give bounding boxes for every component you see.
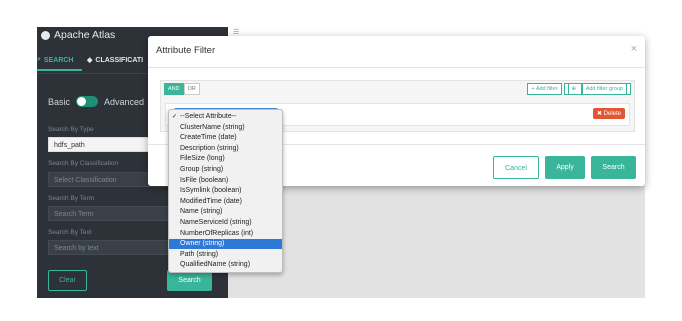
dropdown-option[interactable]: CreateTime (date) — [169, 133, 282, 143]
plus-circle-icon: ⊕ — [567, 83, 582, 95]
delete-rule-button[interactable]: ✖ Delete — [592, 108, 625, 119]
dropdown-option[interactable]: NumberOfReplicas (int) — [169, 229, 282, 239]
dropdown-option[interactable]: ✓ --Select Attribute-- — [169, 112, 282, 122]
dropdown-option[interactable]: NameServiceId (string) — [169, 218, 282, 228]
hamburger-menu-icon[interactable]: ☰ — [233, 28, 239, 36]
dropdown-option[interactable]: ClusterName (string) — [169, 123, 282, 133]
or-button[interactable]: OR — [183, 83, 200, 95]
atlas-logo-icon — [41, 30, 50, 40]
condition-toggle: AND OR — [164, 83, 200, 95]
search-by-term-label: Search By Term — [48, 195, 95, 202]
modal-search-button[interactable]: Search — [591, 156, 636, 179]
search-mode-switch: Basic Advanced — [48, 96, 144, 107]
mode-advanced-label: Advanced — [104, 96, 145, 107]
search-by-classification-label: Search By Classification — [48, 160, 119, 167]
add-filter-button[interactable]: + Add filter — [527, 83, 562, 95]
active-tab-indicator — [37, 69, 82, 71]
brand[interactable]: Apache Atlas — [41, 27, 115, 43]
dropdown-option[interactable]: QualifiedName (string) — [169, 260, 282, 270]
and-button[interactable]: AND — [164, 83, 184, 95]
tab-search[interactable]: ⌕ SEARCH — [37, 56, 73, 64]
checkmark-icon: ✓ — [172, 114, 178, 120]
tag-icon: ◆ — [87, 57, 93, 64]
modal-title: Attribute Filter — [156, 45, 216, 56]
dropdown-option[interactable]: Name (string) — [169, 207, 282, 217]
tab-classification[interactable]: ◆ CLASSIFICATI — [87, 56, 144, 65]
modal-header: Attribute Filter × — [148, 36, 645, 68]
brand-name: Apache Atlas — [54, 29, 116, 41]
sidebar-search-button[interactable]: Search — [167, 270, 212, 291]
dropdown-option[interactable]: Path (string) — [169, 250, 282, 260]
dropdown-option[interactable]: ModifiedTime (date) — [169, 197, 282, 207]
apply-button[interactable]: Apply — [545, 156, 585, 179]
close-icon[interactable]: × — [631, 43, 637, 55]
search-icon: ⌕ — [37, 56, 41, 63]
dropdown-option[interactable]: FileSize (long) — [169, 154, 282, 164]
mode-basic-label: Basic — [48, 96, 71, 107]
dropdown-option-highlighted[interactable]: Owner (string) — [169, 239, 282, 250]
search-by-text-label: Search By Text — [48, 229, 92, 236]
mode-toggle[interactable] — [76, 96, 99, 107]
tab-classification-label: CLASSIFICATI — [95, 56, 144, 64]
clear-button[interactable]: Clear — [48, 270, 87, 291]
tab-search-label: SEARCH — [43, 56, 74, 64]
dropdown-option[interactable]: Group (string) — [169, 165, 282, 175]
dropdown-option[interactable]: Description (string) — [169, 144, 282, 154]
dropdown-option[interactable]: IsFile (boolean) — [169, 176, 282, 186]
dropdown-option[interactable]: IsSymlink (boolean) — [169, 186, 282, 196]
cancel-button[interactable]: Cancel — [493, 156, 539, 179]
add-filter-group-button[interactable]: ⊕ Add filter group — [563, 83, 631, 95]
add-buttons: + Add filter ⊕ Add filter group — [527, 83, 631, 95]
add-filter-group-label: Add filter group — [581, 83, 627, 95]
option-label: --Select Attribute-- — [180, 113, 237, 120]
search-by-type-label: Search By Type — [48, 126, 94, 133]
attribute-dropdown: ✓ --Select Attribute-- ClusterName (strin… — [168, 109, 283, 273]
